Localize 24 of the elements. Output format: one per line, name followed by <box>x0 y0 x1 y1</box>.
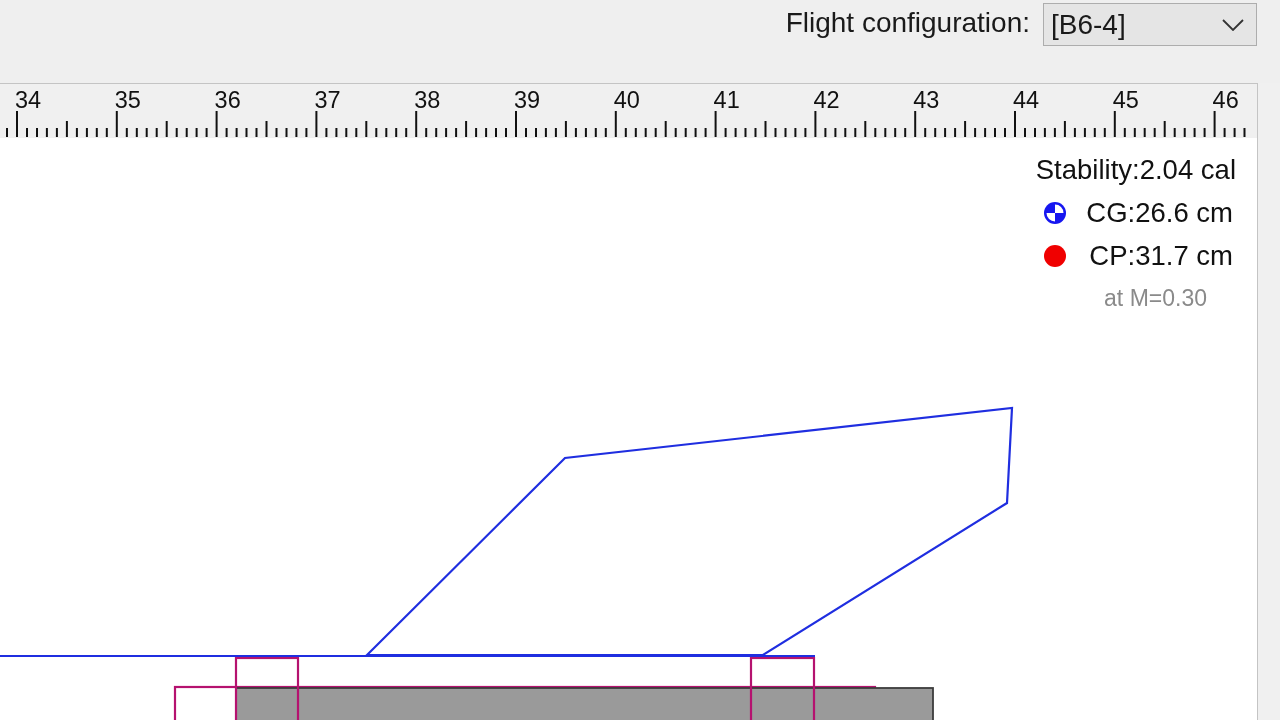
ruler-label: 46 <box>1212 87 1239 113</box>
ruler-label: 39 <box>514 87 541 113</box>
quartered-circle-icon <box>1043 200 1067 225</box>
ruler-label: 45 <box>1112 87 1139 113</box>
dot-icon <box>1043 243 1067 268</box>
ruler-label: 36 <box>214 87 241 113</box>
ruler-label: 40 <box>613 87 640 113</box>
ruler-label: 41 <box>713 87 740 113</box>
ruler-label: 44 <box>1013 87 1040 113</box>
flight-configuration-label: Flight configuration: <box>785 6 1030 40</box>
ruler-label: 42 <box>813 87 840 113</box>
pressure-center-value: CP:31.7 cm <box>1089 239 1233 273</box>
configuration-dropdown[interactable]: [B6-4] <box>1043 3 1257 46</box>
ruler-label: 43 <box>913 87 940 113</box>
centering-ring-outline <box>234 656 300 720</box>
ruler-label: 35 <box>114 87 141 113</box>
mach-note: at M=0.30 <box>1104 284 1208 313</box>
ruler-label: 38 <box>414 87 441 113</box>
chevron-down-icon <box>1222 18 1244 31</box>
centering-ring-outline <box>749 656 816 720</box>
stability-value: Stability:2.04 cal <box>1035 153 1236 187</box>
ruler-label: 34 <box>15 87 42 113</box>
ruler-label: 37 <box>314 87 341 113</box>
gravity-center-value: CG:26.6 cm <box>1086 196 1233 230</box>
